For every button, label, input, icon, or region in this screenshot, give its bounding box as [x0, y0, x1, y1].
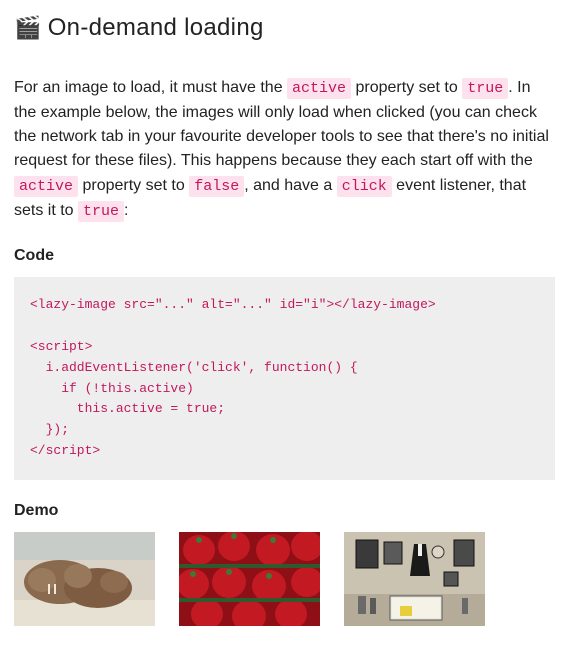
- code-click: click: [337, 176, 392, 197]
- intro-text: For an image to load, it must have the: [14, 79, 287, 96]
- walruses-thumb[interactable]: [14, 532, 155, 626]
- code-true-2: true: [78, 201, 124, 222]
- demo-heading: Demo: [14, 502, 555, 520]
- intro-text: :: [124, 202, 128, 219]
- code-block: <lazy-image src="..." alt="..." id="i"><…: [14, 277, 555, 479]
- code-true-1: true: [462, 78, 508, 99]
- code-active-1: active: [287, 78, 351, 99]
- clapperboard-icon: 🎬: [14, 15, 42, 41]
- demo-thumbnails: [14, 532, 555, 626]
- code-false: false: [189, 176, 244, 197]
- intro-text: property set to: [351, 79, 462, 96]
- intro-paragraph: For an image to load, it must have the a…: [14, 76, 555, 223]
- code-active-2: active: [14, 176, 78, 197]
- intro-text: , and have a: [244, 177, 337, 194]
- page-title-text: On-demand loading: [48, 14, 264, 42]
- page-title: 🎬 On-demand loading: [14, 14, 555, 42]
- intro-text: property set to: [78, 177, 189, 194]
- code-heading: Code: [14, 247, 555, 265]
- strawberries-thumb[interactable]: [179, 532, 320, 626]
- shop-interior-thumb[interactable]: [344, 532, 485, 626]
